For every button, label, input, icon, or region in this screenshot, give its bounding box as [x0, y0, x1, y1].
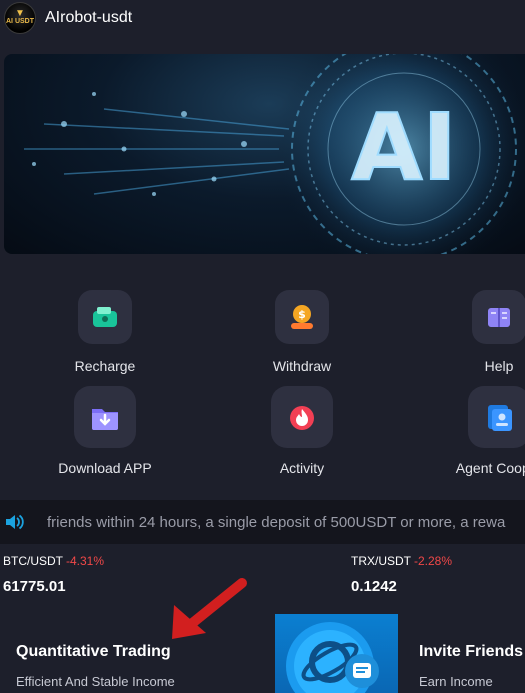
pair-name: TRX/USDT: [351, 554, 411, 568]
menu-label-activity: Activity: [279, 460, 325, 476]
promo-image[interactable]: [275, 614, 398, 693]
coin-hand-icon: $: [275, 290, 329, 344]
menu-help[interactable]: Help: [429, 290, 525, 374]
menu-withdraw[interactable]: $ Withdraw: [232, 290, 372, 374]
menu-agent-cooper[interactable]: Agent Cooper: [429, 386, 525, 476]
menu-label-agent-cooper: Agent Cooper: [455, 460, 525, 476]
app-logo[interactable]: ▼ AI USDT: [4, 2, 36, 34]
agent-card-icon: [468, 386, 525, 448]
banner-carousel[interactable]: AI: [4, 54, 525, 254]
pair-price: 0.1242: [351, 578, 397, 595]
fire-icon: [271, 386, 333, 448]
pair-price: 61775.01: [3, 578, 66, 595]
card-quant-subtitle: Efficient And Stable Income: [16, 674, 175, 689]
app-title: AIrobot-usdt: [45, 9, 133, 26]
pair-change: -2.28%: [414, 554, 453, 568]
wallet-icon: [78, 290, 132, 344]
card-invite-title[interactable]: Invite Friends: [419, 643, 523, 661]
chat-support-icon[interactable]: [343, 656, 379, 692]
menu-label-download-app: Download APP: [58, 460, 152, 476]
pair-name: BTC/USDT: [3, 554, 63, 568]
banner-ai-text: AI: [351, 94, 456, 201]
speaker-icon: [4, 513, 24, 536]
market-trx[interactable]: TRX/USDT -2.28% 0.1242: [351, 554, 452, 595]
menu-label-help: Help: [484, 358, 514, 374]
market-btc[interactable]: BTC/USDT -4.31% 61775.01: [3, 554, 104, 595]
notice-ticker[interactable]: friends within 24 hours, a single deposi…: [0, 500, 525, 544]
menu-recharge[interactable]: Recharge: [35, 290, 175, 374]
notice-text: friends within 24 hours, a single deposi…: [47, 514, 506, 531]
app-header: ▼ AI USDT AIrobot-usdt: [0, 0, 525, 36]
banner-artwork: AI: [24, 54, 525, 254]
logo-text: AI USDT: [6, 18, 34, 25]
pair-change: -4.31%: [66, 554, 105, 568]
annotation-arrow-icon: [172, 578, 247, 639]
menu-label-withdraw: Withdraw: [272, 358, 332, 374]
svg-text:$: $: [298, 308, 306, 321]
menu-activity[interactable]: Activity: [232, 386, 372, 476]
card-quant-title[interactable]: Quantitative Trading: [16, 643, 171, 661]
menu-download-app[interactable]: Download APP: [35, 386, 175, 476]
card-invite-subtitle: Earn Income: [419, 674, 493, 689]
download-folder-icon: [74, 386, 136, 448]
book-icon: [472, 290, 525, 344]
menu-label-recharge: Recharge: [74, 358, 136, 374]
